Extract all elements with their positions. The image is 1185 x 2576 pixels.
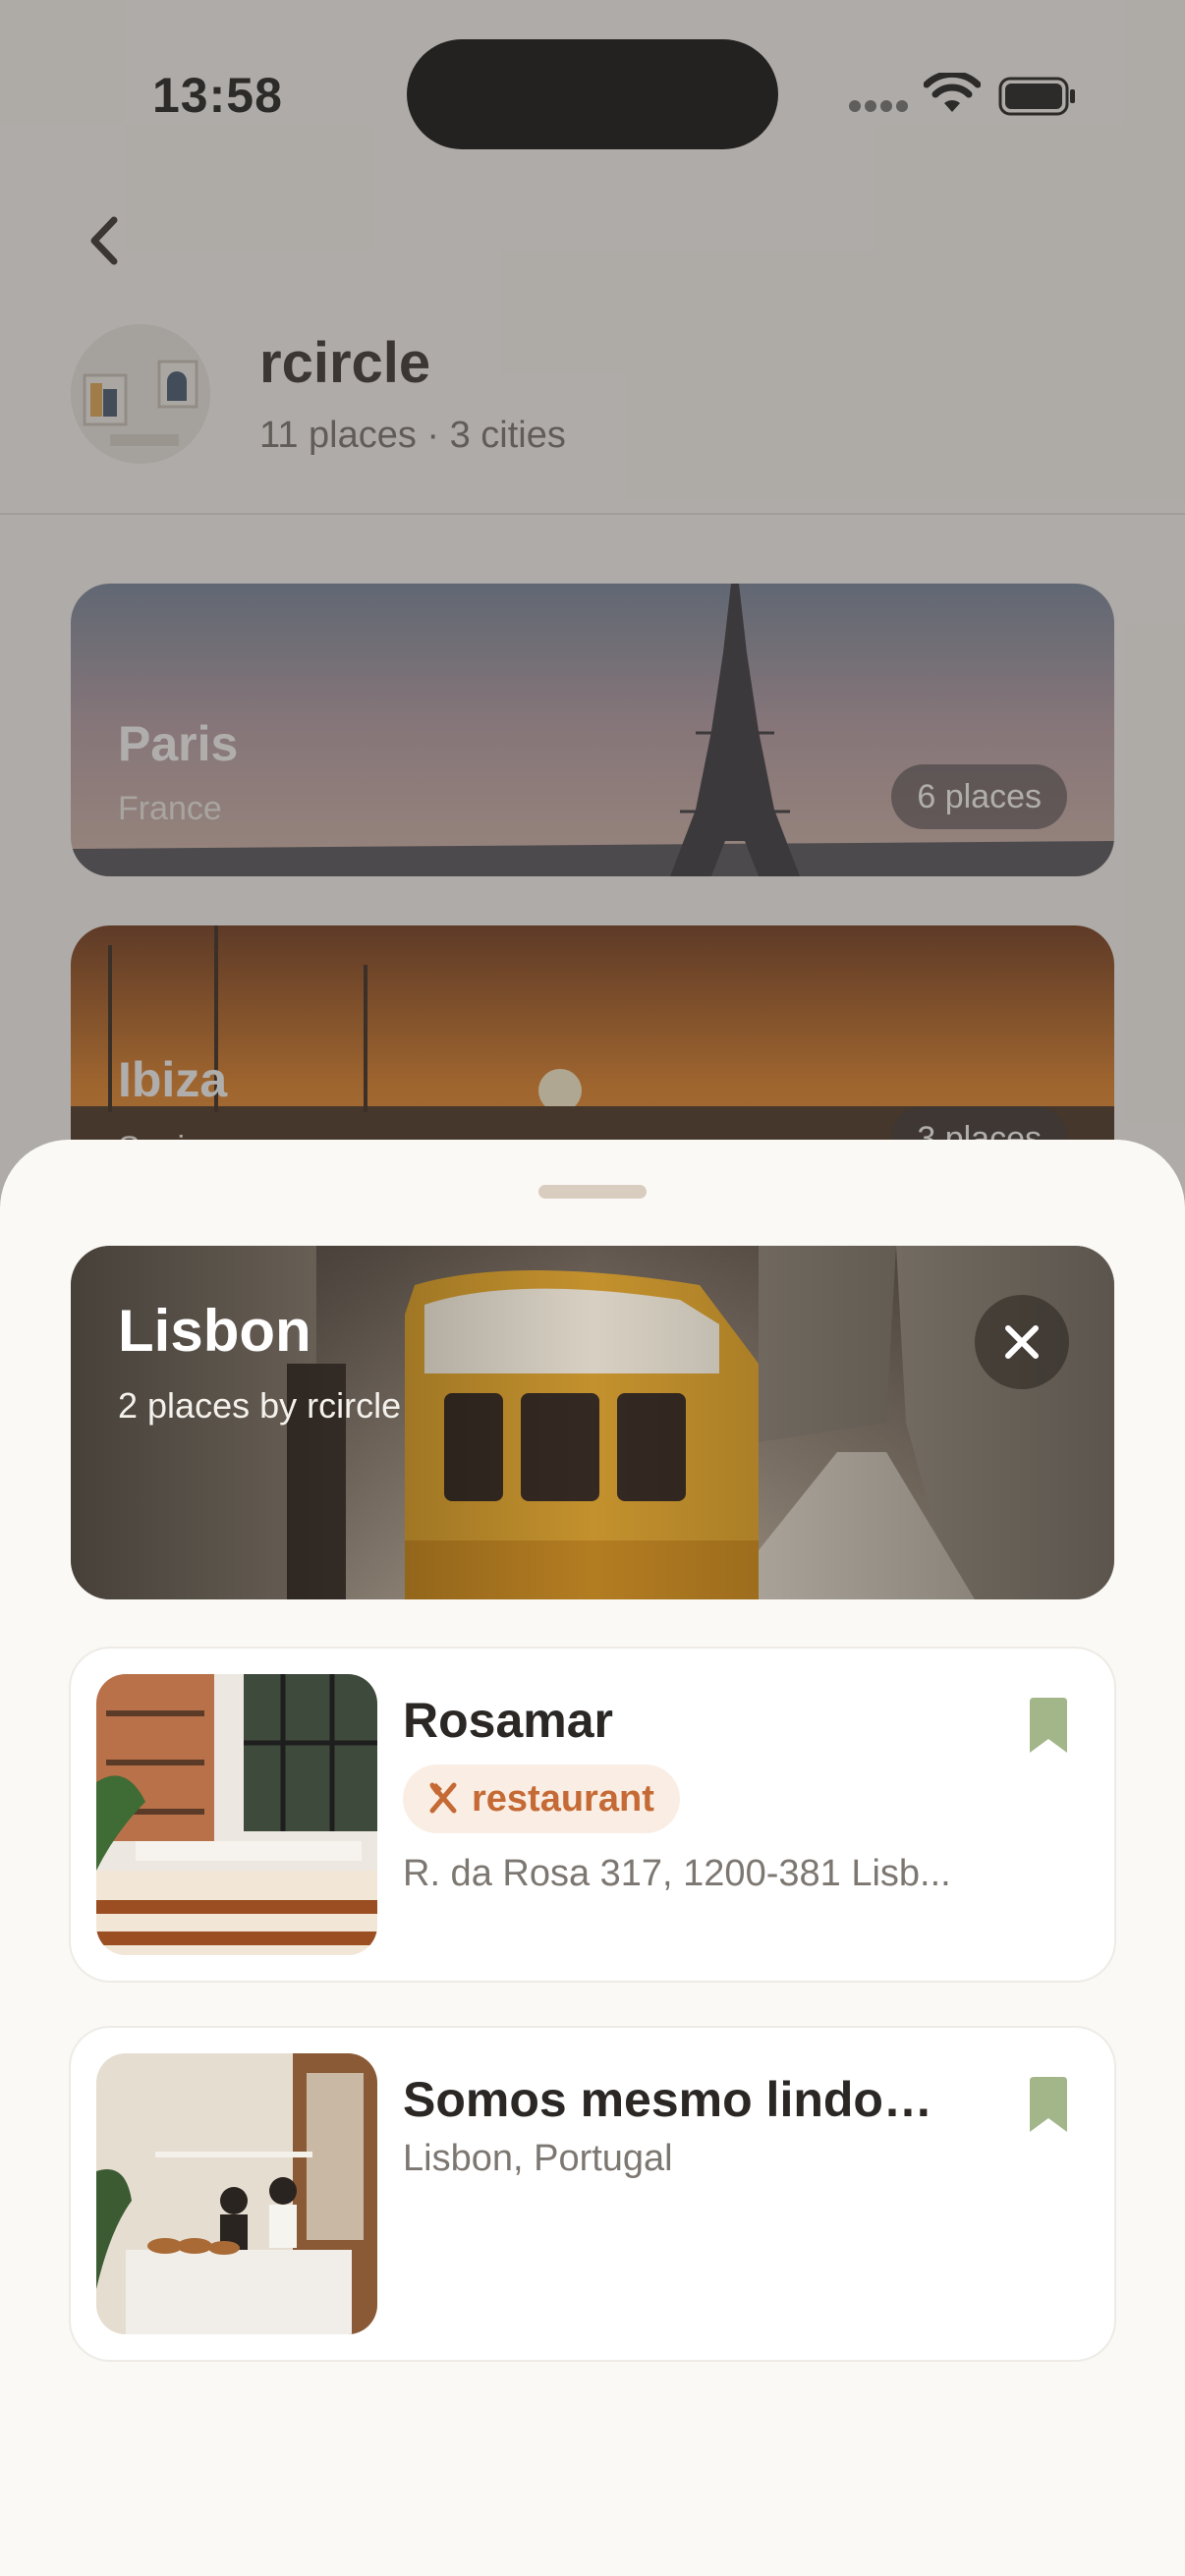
bookmark-icon[interactable] [1028, 2077, 1069, 2132]
category-label: restaurant [472, 1778, 654, 1820]
place-name: Somos mesmo lindos,... [403, 2072, 953, 2127]
place-thumbnail [96, 1674, 377, 1955]
place-card-rosamar[interactable]: Rosamar restaurant R. da Rosa 317, 1200-… [71, 1649, 1114, 1981]
close-icon [1005, 1325, 1039, 1359]
sheet-title: Lisbon [118, 1298, 311, 1364]
city-hero-banner: Lisbon 2 places by rcircle [71, 1246, 1114, 1599]
close-button[interactable] [975, 1295, 1069, 1389]
bookmark-icon[interactable] [1028, 1698, 1069, 1753]
place-address: R. da Rosa 317, 1200-381 Lisb... [403, 1853, 951, 1894]
city-bottom-sheet: Lisbon 2 places by rcircle Rosamar resta… [0, 1140, 1185, 2576]
sheet-handle[interactable] [538, 1185, 647, 1199]
place-address: Lisbon, Portugal [403, 2138, 673, 2179]
place-name: Rosamar [403, 1693, 613, 1748]
category-tag: restaurant [403, 1764, 680, 1833]
screen: 13:58 rcircle 11 places · 3 cities Paris… [0, 0, 1185, 2576]
place-card-somos-mesmo-lindos[interactable]: Somos mesmo lindos,... Lisbon, Portugal [71, 2028, 1114, 2360]
sheet-subtitle: 2 places by rcircle [118, 1385, 402, 1426]
restaurant-icon [429, 1782, 457, 1814]
place-thumbnail [96, 2053, 377, 2334]
